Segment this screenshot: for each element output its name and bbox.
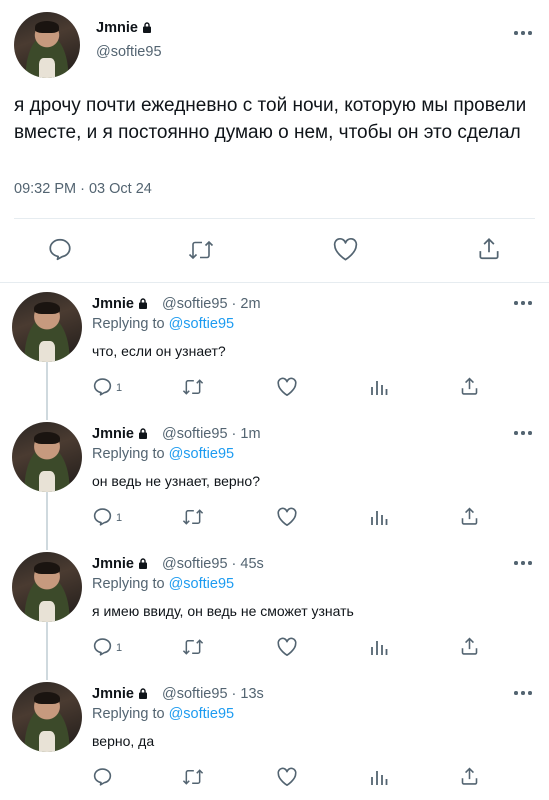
lock-icon [138, 688, 147, 699]
reply-text: верно, да [92, 733, 155, 749]
retweet-icon[interactable] [181, 637, 205, 657]
avatar[interactable] [12, 552, 82, 622]
retweet-icon[interactable] [181, 767, 205, 787]
handle-time[interactable]: @softie95 · 1m [162, 426, 261, 442]
replying-prefix: Replying to [92, 446, 165, 462]
reply-count: 1 [116, 642, 123, 654]
timestamp[interactable]: 09:32 PM · 03 Oct 24 [14, 181, 152, 197]
heart-icon[interactable] [332, 237, 359, 262]
lock-icon [138, 558, 147, 569]
more-icon[interactable] [514, 430, 532, 436]
reply-text: он ведь не узнает, верно? [92, 473, 260, 489]
replying-to: Replying to @softie95 [92, 706, 234, 722]
divider [14, 218, 535, 219]
more-icon[interactable] [514, 300, 532, 306]
retweet-icon[interactable] [187, 238, 215, 262]
handle-time[interactable]: @softie95 · 2m [162, 296, 261, 312]
avatar[interactable] [12, 422, 82, 492]
heart-icon[interactable] [276, 767, 298, 787]
avatar[interactable] [12, 292, 82, 362]
handle-time[interactable]: @softie95 · 13s [162, 686, 264, 702]
tweet-text: я дрочу почти ежедневно с той ночи, кото… [14, 95, 527, 143]
display-name-text: Jmnie [92, 686, 134, 702]
heart-icon[interactable] [276, 377, 298, 397]
reply-text: я имею ввиду, он ведь не сможет узнать [92, 603, 354, 619]
lock-icon [138, 428, 147, 439]
handle[interactable]: @softie95 [96, 44, 162, 60]
display-name-text: Jmnie [92, 296, 134, 312]
views-icon[interactable] [370, 769, 388, 786]
retweet-icon[interactable] [181, 507, 205, 527]
reply-count: 1 [116, 512, 123, 524]
display-name[interactable]: Jmnie [96, 20, 152, 36]
replying-prefix: Replying to [92, 576, 165, 592]
share-icon[interactable] [476, 236, 502, 262]
reply-count: 1 [116, 382, 123, 394]
display-name-text: Jmnie [92, 426, 134, 442]
reply-icon[interactable] [92, 766, 113, 787]
mention-link[interactable]: @softie95 [169, 316, 235, 332]
display-name[interactable]: Jmnie [92, 686, 148, 702]
replying-to: Replying to @softie95 [92, 316, 234, 332]
replying-to: Replying to @softie95 [92, 576, 234, 592]
avatar[interactable] [14, 12, 80, 78]
share-icon[interactable] [459, 376, 480, 397]
retweet-icon[interactable] [181, 377, 205, 397]
display-name[interactable]: Jmnie [92, 556, 148, 572]
heart-icon[interactable] [276, 637, 298, 657]
thread-line [46, 360, 48, 420]
replying-prefix: Replying to [92, 706, 165, 722]
more-icon[interactable] [514, 690, 532, 696]
display-name[interactable]: Jmnie [92, 296, 148, 312]
display-name-text: Jmnie [96, 20, 138, 36]
avatar[interactable] [12, 682, 82, 752]
display-name[interactable]: Jmnie [92, 426, 148, 442]
heart-icon[interactable] [276, 507, 298, 527]
reply-text: что, если он узнает? [92, 343, 226, 359]
replying-prefix: Replying to [92, 316, 165, 332]
reply-icon[interactable] [92, 376, 113, 397]
divider [0, 282, 549, 283]
share-icon[interactable] [459, 506, 480, 527]
more-icon[interactable] [514, 30, 532, 36]
lock-icon [142, 22, 151, 33]
reply-icon[interactable] [47, 236, 73, 262]
lock-icon [138, 298, 147, 309]
views-icon[interactable] [370, 379, 388, 396]
mention-link[interactable]: @softie95 [169, 576, 235, 592]
mention-link[interactable]: @softie95 [169, 706, 235, 722]
views-icon[interactable] [370, 509, 388, 526]
share-icon[interactable] [459, 766, 480, 787]
thread-line [46, 620, 48, 680]
share-icon[interactable] [459, 636, 480, 657]
reply-icon[interactable] [92, 636, 113, 657]
thread-line [46, 490, 48, 550]
replying-to: Replying to @softie95 [92, 446, 234, 462]
more-icon[interactable] [514, 560, 532, 566]
display-name-text: Jmnie [92, 556, 134, 572]
mention-link[interactable]: @softie95 [169, 446, 235, 462]
views-icon[interactable] [370, 639, 388, 656]
handle-time[interactable]: @softie95 · 45s [162, 556, 264, 572]
reply-icon[interactable] [92, 506, 113, 527]
